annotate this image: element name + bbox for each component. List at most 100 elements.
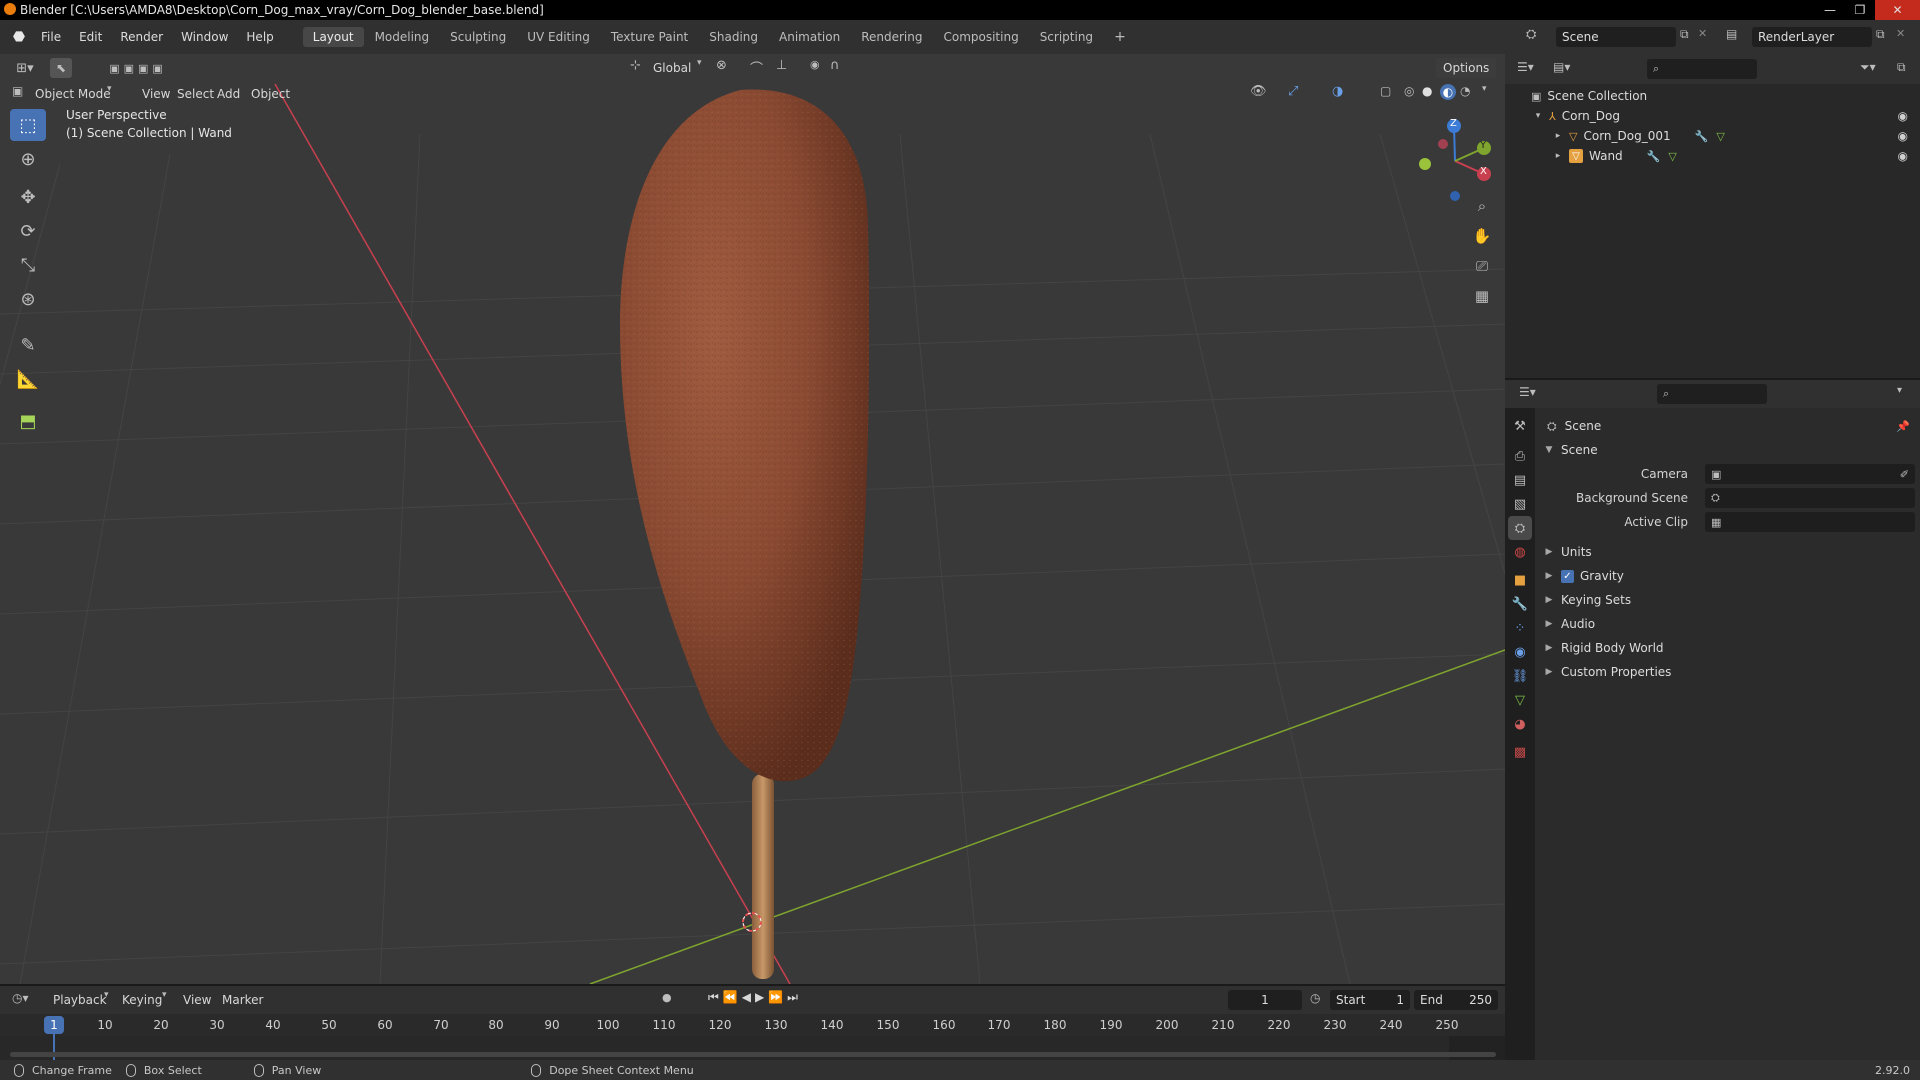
clock-icon[interactable]: ◷▾: [12, 991, 29, 1005]
delete-scene-icon[interactable]: ✕: [1698, 27, 1707, 40]
tab-texture-paint[interactable]: Texture Paint: [601, 27, 698, 47]
wireframe-shading-icon[interactable]: ◎: [1404, 84, 1414, 98]
outliner-search-input[interactable]: ⌕: [1647, 59, 1757, 79]
filter-icon[interactable]: ⏷▾: [1860, 60, 1876, 75]
background-scene-field[interactable]: ⛭: [1705, 488, 1915, 508]
tool-transform[interactable]: ⊛: [10, 283, 46, 315]
tab-view-layer[interactable]: ▧: [1508, 492, 1532, 516]
falloff-icon[interactable]: ∩: [830, 58, 840, 73]
tool-scale[interactable]: ⤡: [10, 249, 46, 281]
zoom-button[interactable]: ⌕: [1468, 192, 1496, 220]
tab-sculpting[interactable]: Sculpting: [440, 27, 516, 47]
tool-select-box[interactable]: ⬚: [10, 109, 46, 141]
rendered-shading-icon[interactable]: ◔: [1460, 84, 1470, 98]
gravity-panel-header[interactable]: ▶ ✓ Gravity: [1535, 564, 1920, 588]
timeline-scrollbar[interactable]: [10, 1052, 1496, 1057]
expand-arrow-icon[interactable]: ▸: [1553, 151, 1563, 161]
expand-arrow-icon[interactable]: ▾: [1533, 111, 1543, 121]
add-workspace-button[interactable]: +: [1104, 27, 1136, 47]
tab-scene[interactable]: ⛭: [1508, 516, 1532, 540]
mesh-data-icon[interactable]: ▽: [1668, 150, 1676, 163]
custom-properties-panel-header[interactable]: ▶ Custom Properties: [1535, 660, 1920, 684]
snap-icon[interactable]: ⌒: [750, 58, 763, 77]
modifier-icon[interactable]: 🔧: [1647, 150, 1661, 163]
3d-viewport[interactable]: ⊞▾ ⬉ ▣▣▣▣ ⊹ Global ▾ ⊗ ⌒ ⊥ ◉ ∩ Options ▣…: [0, 54, 1505, 984]
audio-panel-header[interactable]: ▶ Audio: [1535, 612, 1920, 636]
tab-material[interactable]: ◕: [1508, 712, 1532, 736]
tab-data[interactable]: ▽: [1508, 688, 1532, 712]
chevron-down-icon[interactable]: ▾: [1897, 385, 1902, 396]
transform-orientation-dropdown[interactable]: Global: [646, 58, 698, 78]
options-dropdown[interactable]: Options: [1436, 58, 1497, 78]
camera-field[interactable]: ▣ ✐: [1705, 464, 1915, 484]
view-layer-selector[interactable]: RenderLayer: [1752, 27, 1872, 47]
visibility-icon[interactable]: 👁: [1250, 84, 1267, 99]
select-tool-icon[interactable]: ⬉: [50, 58, 72, 78]
pin-icon[interactable]: 📌: [1896, 420, 1910, 433]
new-scene-icon[interactable]: ⧉: [1680, 27, 1689, 42]
selection-mode-icons[interactable]: ▣▣▣▣: [92, 58, 184, 78]
xray-icon[interactable]: ▢: [1380, 84, 1391, 98]
snap-target-icon[interactable]: ⊥: [776, 58, 787, 73]
clock-icon[interactable]: ◷: [1310, 991, 1320, 1005]
menu-edit[interactable]: Edit: [70, 27, 111, 47]
units-panel-header[interactable]: ▶ Units: [1535, 540, 1920, 564]
tool-add-cube[interactable]: ⬒: [10, 405, 46, 437]
wand-stick[interactable]: [752, 774, 774, 979]
end-frame-field[interactable]: End 250: [1414, 990, 1498, 1010]
display-mode-icon[interactable]: ▤▾: [1553, 60, 1570, 74]
gizmo-toggle-icon[interactable]: ⤢: [1288, 84, 1298, 99]
overlay-toggle-icon[interactable]: ◑: [1332, 84, 1343, 99]
keying-sets-panel-header[interactable]: ▶ Keying Sets: [1535, 588, 1920, 612]
tab-texture[interactable]: ▩: [1508, 740, 1532, 764]
timeline-ruler[interactable]: 1 10 20 30 40 50 60 70 80 90 100 110 120…: [0, 1014, 1505, 1062]
maximize-button[interactable]: ❐: [1845, 0, 1875, 20]
menu-file[interactable]: File: [32, 27, 70, 47]
tab-compositing[interactable]: Compositing: [933, 27, 1028, 47]
scene-selector[interactable]: Scene: [1556, 27, 1676, 47]
tool-measure[interactable]: 📐: [10, 363, 46, 395]
close-button[interactable]: ✕: [1875, 0, 1920, 20]
menu-help[interactable]: Help: [237, 27, 282, 47]
tab-world[interactable]: ◍: [1508, 540, 1532, 564]
shading-options-icon[interactable]: ▾: [1482, 84, 1487, 94]
editor-type-icon[interactable]: ☰▾: [1519, 385, 1536, 399]
material-preview-icon[interactable]: ◐: [1440, 84, 1456, 100]
menu-render[interactable]: Render: [111, 27, 172, 47]
tab-tool[interactable]: ⚒: [1508, 414, 1532, 438]
gravity-checkbox[interactable]: ✓: [1561, 569, 1574, 583]
tab-particles[interactable]: ⁘: [1508, 616, 1532, 640]
camera-view-button[interactable]: ⎚: [1468, 252, 1496, 280]
proportional-edit-icon[interactable]: ◉: [810, 58, 820, 71]
outliner-item-corn-dog[interactable]: ▾ ⅄ Corn_Dog ◉: [1505, 106, 1920, 126]
record-icon[interactable]: ●: [662, 991, 672, 1004]
eye-icon[interactable]: ◉: [1898, 129, 1908, 143]
tab-modifiers[interactable]: 🔧: [1508, 592, 1532, 616]
modifier-icon[interactable]: 🔧: [1695, 130, 1709, 143]
scene-panel-header[interactable]: ▼ Scene: [1535, 438, 1920, 462]
editor-type-icon[interactable]: ☰▾: [1517, 60, 1534, 74]
tab-shading[interactable]: Shading: [699, 27, 768, 47]
eyedropper-icon[interactable]: ✐: [1900, 468, 1909, 481]
tab-output[interactable]: ▤: [1508, 468, 1532, 492]
menu-view[interactable]: View: [176, 990, 218, 1010]
editor-type-icon[interactable]: ⊞▾: [12, 58, 38, 78]
delete-view-layer-icon[interactable]: ✕: [1896, 27, 1905, 40]
outliner-item-wand[interactable]: ▸ ▽ Wand 🔧 ▽ ◉: [1505, 146, 1920, 166]
menu-add[interactable]: Add: [210, 84, 247, 104]
outliner-item-corn-dog-001[interactable]: ▸ ▽ Corn_Dog_001 🔧 ▽ ◉: [1505, 126, 1920, 146]
pan-button[interactable]: ✋: [1468, 222, 1496, 250]
tab-modeling[interactable]: Modeling: [365, 27, 440, 47]
rigid-body-world-panel-header[interactable]: ▶ Rigid Body World: [1535, 636, 1920, 660]
solid-shading-icon[interactable]: ●: [1422, 84, 1432, 98]
object-mode-dropdown[interactable]: Object Mode: [28, 84, 118, 104]
tab-render[interactable]: ⎙: [1508, 444, 1532, 468]
pivot-point-icon[interactable]: ⊗: [716, 58, 727, 73]
tool-annotate[interactable]: ✎: [10, 329, 46, 361]
expand-arrow-icon[interactable]: ▸: [1553, 131, 1563, 141]
tab-constraints[interactable]: ⛓: [1508, 664, 1532, 688]
tab-layout[interactable]: Layout: [302, 27, 364, 47]
eye-icon[interactable]: ◉: [1898, 149, 1908, 163]
new-view-layer-icon[interactable]: ⧉: [1876, 27, 1885, 42]
ortho-toggle-button[interactable]: ▦: [1468, 282, 1496, 310]
